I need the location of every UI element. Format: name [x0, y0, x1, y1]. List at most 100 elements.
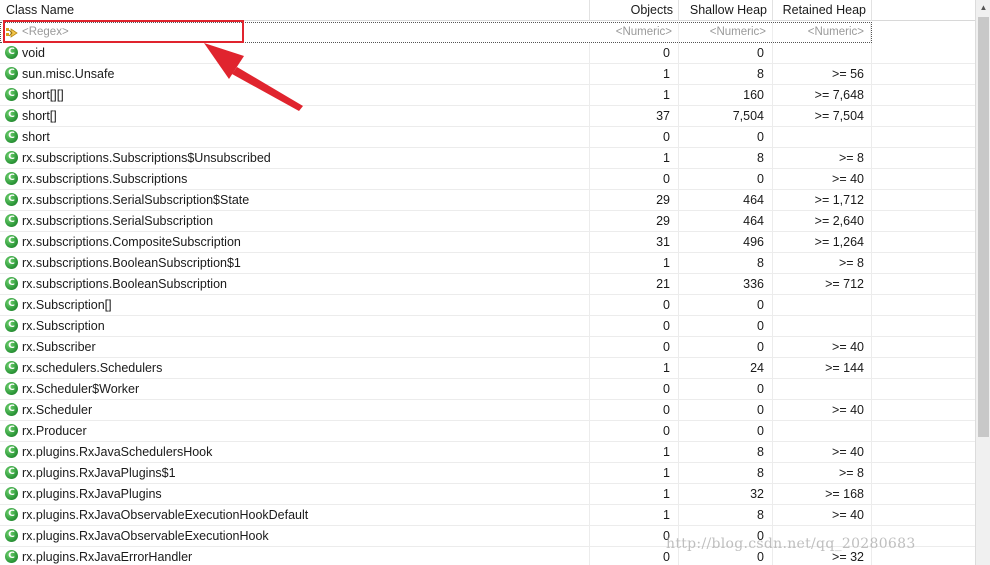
retained-heap-cell: >= 40	[773, 505, 872, 525]
retained-heap-cell: >= 8	[773, 253, 872, 273]
scroll-up-arrow-icon[interactable]: ▲	[976, 0, 990, 15]
class-name-cell: Cshort	[0, 127, 590, 147]
class-name-label: short[][]	[22, 88, 64, 102]
class-name-filter-input[interactable]: <Regex>	[5, 23, 585, 42]
shallow-heap-cell: 7,504	[679, 106, 773, 126]
class-name-cell: Crx.subscriptions.SerialSubscription$Sta…	[0, 190, 590, 210]
class-name-cell: Crx.plugins.RxJavaPlugins$1	[0, 463, 590, 483]
class-c-icon: C	[5, 67, 18, 80]
retained-heap-cell	[773, 379, 872, 399]
class-name-label: rx.Subscription[]	[22, 298, 112, 312]
table-body: Cvoid 0 0 Csun.misc.Unsafe 1 8 >= 56 Cshort[][]…	[0, 43, 975, 565]
table-row[interactable]: Cshort[] 37 7,504 >= 7,504	[0, 106, 975, 127]
row-filler	[872, 127, 975, 147]
retained-heap-cell: >= 40	[773, 169, 872, 189]
class-c-icon: C	[5, 277, 18, 290]
class-name-cell: Crx.subscriptions.Subscriptions$Unsubscr…	[0, 148, 590, 168]
class-name-filter-placeholder: <Regex>	[22, 26, 69, 38]
class-c-icon: C	[5, 130, 18, 143]
objects-cell: 29	[590, 190, 679, 210]
table-row[interactable]: Crx.Scheduler 0 0 >= 40	[0, 400, 975, 421]
retained-heap-cell	[773, 295, 872, 315]
table-row[interactable]: Crx.Scheduler$Worker 0 0	[0, 379, 975, 400]
retained-heap-cell	[773, 43, 872, 63]
class-name-cell: Crx.plugins.RxJavaPlugins	[0, 484, 590, 504]
row-filler	[872, 169, 975, 189]
objects-filter-input[interactable]: <Numeric>	[590, 23, 679, 42]
vertical-scrollbar[interactable]: ▲	[975, 0, 990, 565]
table-row[interactable]: Crx.subscriptions.Subscriptions$Unsubscr…	[0, 148, 975, 169]
table-row[interactable]: Cvoid 0 0	[0, 43, 975, 64]
table-row[interactable]: Crx.Subscriber 0 0 >= 40	[0, 337, 975, 358]
row-filler	[872, 148, 975, 168]
row-filler	[872, 190, 975, 210]
class-c-icon: C	[5, 466, 18, 479]
class-c-icon: C	[5, 319, 18, 332]
class-c-icon: C	[5, 487, 18, 500]
class-c-icon: C	[5, 172, 18, 185]
shallow-heap-cell: 0	[679, 169, 773, 189]
regex-filter-icon	[6, 27, 18, 38]
table-row[interactable]: Crx.Subscription 0 0	[0, 316, 975, 337]
retained-heap-cell: >= 144	[773, 358, 872, 378]
table-row[interactable]: Crx.subscriptions.SerialSubscription 29 46…	[0, 211, 975, 232]
class-name-label: rx.subscriptions.BooleanSubscription	[22, 277, 227, 291]
class-name-label: rx.plugins.RxJavaObservableExecutionHook…	[22, 508, 309, 522]
table-row[interactable]: Crx.subscriptions.SerialSubscription$Sta…	[0, 190, 975, 211]
table-row[interactable]: Csun.misc.Unsafe 1 8 >= 56	[0, 64, 975, 85]
column-header-objects[interactable]: Objects	[590, 0, 679, 21]
table-row[interactable]: Crx.subscriptions.Subscriptions 0 0 >= 40	[0, 169, 975, 190]
table-row[interactable]: Crx.plugins.RxJavaPlugins$1 1 8 >= 8	[0, 463, 975, 484]
objects-cell: 0	[590, 127, 679, 147]
class-c-icon: C	[5, 361, 18, 374]
column-header-class-name[interactable]: Class Name	[0, 0, 590, 21]
objects-cell: 0	[590, 337, 679, 357]
table-row[interactable]: Crx.subscriptions.BooleanSubscription$1 1…	[0, 253, 975, 274]
table-row[interactable]: Crx.plugins.RxJavaSchedulersHook 1 8 >= 40	[0, 442, 975, 463]
class-name-cell: Cvoid	[0, 43, 590, 63]
class-name-label: rx.Scheduler$Worker	[22, 382, 140, 396]
shallow-heap-cell: 0	[679, 316, 773, 336]
class-name-cell: Crx.subscriptions.CompositeSubscription	[0, 232, 590, 252]
table-row[interactable]: Cshort[][] 1 160 >= 7,648	[0, 85, 975, 106]
scrollbar-thumb[interactable]	[978, 17, 989, 437]
table-row[interactable]: Cshort 0 0	[0, 127, 975, 148]
shallow-heap-cell: 160	[679, 85, 773, 105]
shallow-heap-cell: 336	[679, 274, 773, 294]
table-row[interactable]: Crx.subscriptions.CompositeSubscription 3…	[0, 232, 975, 253]
retained-heap-cell: >= 40	[773, 337, 872, 357]
retained-heap-cell: >= 7,648	[773, 85, 872, 105]
row-filler	[872, 253, 975, 273]
class-name-label: rx.subscriptions.Subscriptions$Unsubscri…	[22, 151, 271, 165]
retained-heap-cell: >= 56	[773, 64, 872, 84]
class-c-icon: C	[5, 88, 18, 101]
row-filler	[872, 421, 975, 441]
shallow-heap-filter-input[interactable]: <Numeric>	[679, 23, 773, 42]
shallow-heap-cell: 8	[679, 505, 773, 525]
row-filler	[872, 295, 975, 315]
retained-heap-cell	[773, 316, 872, 336]
retained-heap-filter-input[interactable]: <Numeric>	[773, 23, 871, 42]
retained-heap-cell: >= 168	[773, 484, 872, 504]
column-header-shallow-heap[interactable]: Shallow Heap	[679, 0, 773, 21]
table-row[interactable]: Crx.plugins.RxJavaObservableExecutionHoo…	[0, 505, 975, 526]
objects-cell: 1	[590, 148, 679, 168]
column-header-retained-heap[interactable]: Retained Heap	[773, 0, 872, 21]
class-c-icon: C	[5, 46, 18, 59]
shallow-heap-cell: 496	[679, 232, 773, 252]
class-name-label: sun.misc.Unsafe	[22, 67, 115, 81]
objects-cell: 1	[590, 253, 679, 273]
class-name-label: rx.plugins.RxJavaPlugins$1	[22, 466, 176, 480]
table-row[interactable]: Crx.schedulers.Schedulers 1 24 >= 144	[0, 358, 975, 379]
class-name-cell: Crx.schedulers.Schedulers	[0, 358, 590, 378]
row-filler	[872, 337, 975, 357]
class-name-cell: Crx.Subscription[]	[0, 295, 590, 315]
shallow-heap-cell: 0	[679, 400, 773, 420]
table-row[interactable]: Crx.Producer 0 0	[0, 421, 975, 442]
table-row[interactable]: Crx.Subscription[] 0 0	[0, 295, 975, 316]
retained-heap-cell	[773, 421, 872, 441]
table-row[interactable]: Crx.subscriptions.BooleanSubscription 21 3…	[0, 274, 975, 295]
class-c-icon: C	[5, 424, 18, 437]
table-row[interactable]: Crx.plugins.RxJavaPlugins 1 32 >= 168	[0, 484, 975, 505]
objects-cell: 1	[590, 463, 679, 483]
